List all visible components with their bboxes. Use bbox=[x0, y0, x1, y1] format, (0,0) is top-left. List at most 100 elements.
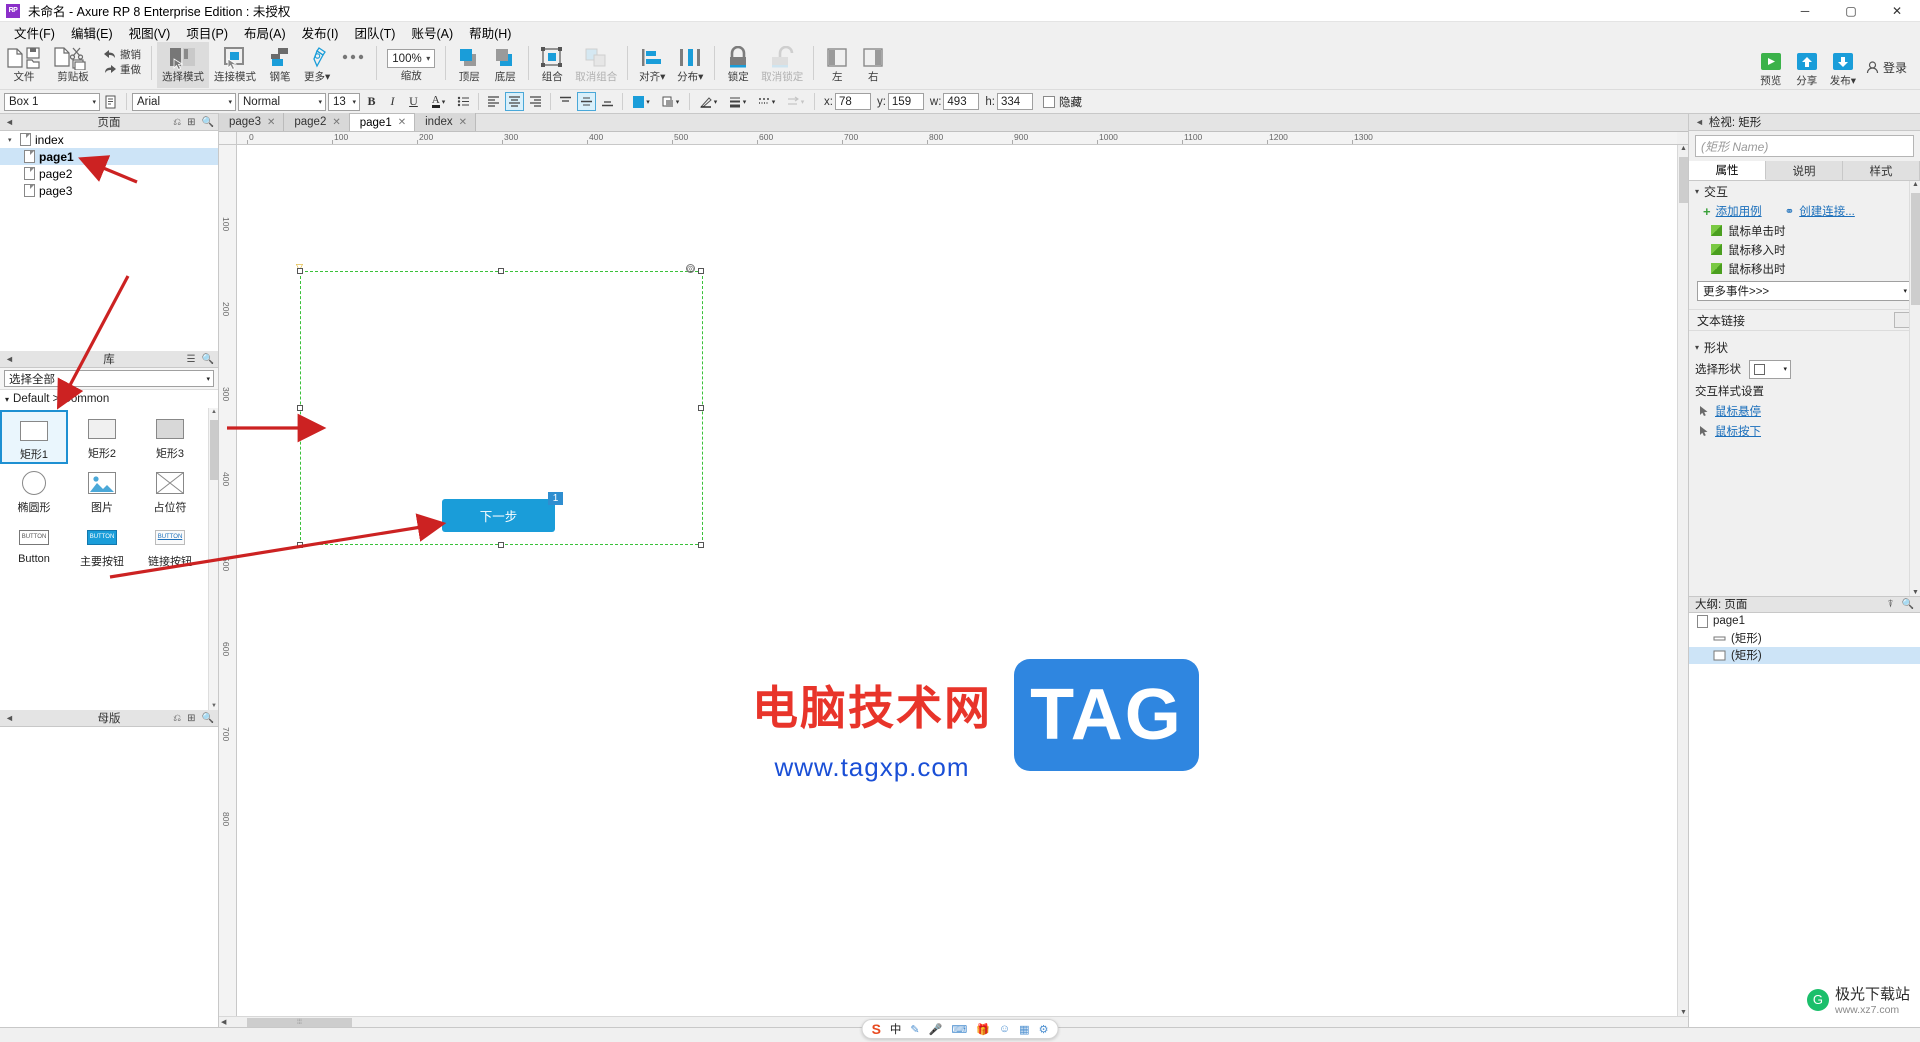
group-button[interactable]: 组合 bbox=[534, 42, 570, 88]
widget-name-select[interactable]: Box 1 ▾ bbox=[4, 92, 100, 111]
send-to-back-button[interactable]: 底层 bbox=[487, 42, 523, 88]
plus-icon[interactable]: + bbox=[1703, 204, 1711, 219]
tab-style[interactable]: 样式 bbox=[1843, 161, 1920, 180]
bullet-list-button[interactable] bbox=[454, 92, 473, 111]
search-icon[interactable]: 🔍 bbox=[202, 354, 214, 365]
valign-bottom-button[interactable] bbox=[598, 92, 617, 111]
align-button[interactable]: 对齐▾ bbox=[633, 42, 671, 88]
italic-button[interactable]: I bbox=[383, 92, 402, 111]
ime-gift-icon[interactable]: 🎁 bbox=[976, 1023, 990, 1036]
page-tree-item-page2[interactable]: page2 bbox=[0, 165, 218, 182]
connect-mode-button[interactable]: 连接模式 bbox=[209, 42, 261, 88]
chevron-down-icon[interactable]: ▾ bbox=[8, 136, 16, 144]
more-dots-button[interactable] bbox=[335, 42, 371, 88]
scroll-up-icon[interactable]: ▲ bbox=[211, 409, 217, 415]
shadow-button[interactable]: ▾ bbox=[657, 92, 684, 111]
menu-file[interactable]: 文件(F) bbox=[6, 21, 63, 44]
page-tree-item-page3[interactable]: page3 bbox=[0, 182, 218, 199]
pin-icon[interactable]: ◄ bbox=[5, 117, 14, 127]
inspector-scrollbar[interactable]: ▲ ▼ bbox=[1909, 181, 1920, 596]
hidden-checkbox-wrap[interactable]: 隐藏 bbox=[1043, 94, 1082, 110]
tab-index[interactable]: index ✕ bbox=[415, 113, 477, 131]
ime-handwrite-icon[interactable]: ✎ bbox=[910, 1023, 919, 1036]
pen-button[interactable]: 钢笔 bbox=[261, 42, 299, 88]
ime-mode-toggle[interactable]: 中 bbox=[890, 1021, 902, 1037]
page-tree-item-index[interactable]: ▾ index bbox=[0, 131, 218, 148]
inspector-scroll-thumb[interactable] bbox=[1911, 193, 1920, 305]
scroll-down-icon[interactable]: ▼ bbox=[211, 703, 217, 709]
menu-publish[interactable]: 发布(I) bbox=[294, 21, 347, 44]
preview-button[interactable]: 预览 bbox=[1753, 46, 1789, 92]
distribute-button[interactable]: 分布▾ bbox=[671, 42, 709, 88]
close-icon[interactable]: ✕ bbox=[267, 117, 275, 128]
underline-button[interactable]: U bbox=[404, 92, 423, 111]
right-button[interactable]: 右 bbox=[855, 42, 891, 88]
h-input[interactable]: 334 bbox=[997, 93, 1033, 110]
mouse-down-link[interactable]: 鼠标按下 bbox=[1715, 423, 1761, 439]
library-item-ellipse[interactable]: 椭圆形 bbox=[0, 464, 68, 518]
library-item-rectangle-2[interactable]: 矩形2 bbox=[68, 410, 136, 464]
font-size-select[interactable]: 13 ▾ bbox=[328, 92, 360, 111]
search-icon[interactable]: 🔍 bbox=[202, 117, 214, 128]
library-item-image[interactable]: 图片 bbox=[68, 464, 136, 518]
line-width-button[interactable]: ▾ bbox=[724, 92, 751, 111]
add-page-icon[interactable]: ⎌ bbox=[173, 117, 181, 128]
canvas-vscrollbar[interactable]: ▲ ▼ bbox=[1677, 145, 1688, 1016]
style-editor-button[interactable] bbox=[102, 92, 121, 111]
w-input[interactable]: 493 bbox=[943, 93, 980, 110]
add-folder-icon[interactable]: ⊞ bbox=[187, 117, 195, 128]
add-master-icon[interactable]: ⎌ bbox=[173, 713, 181, 724]
menu-view[interactable]: 视图(V) bbox=[121, 21, 179, 44]
vertical-ruler[interactable]: 100 200 300 400 500 600 700 800 bbox=[219, 145, 237, 1016]
search-icon[interactable]: 🔍 bbox=[202, 713, 214, 724]
outline-item-rect-1[interactable]: (矩形) bbox=[1689, 630, 1920, 647]
ime-apps-icon[interactable]: ▦ bbox=[1019, 1023, 1029, 1036]
outline-item-page1[interactable]: page1 bbox=[1689, 613, 1920, 630]
tab-properties[interactable]: 属性 bbox=[1689, 161, 1766, 180]
more-events-select[interactable]: 更多事件>>> ▾ bbox=[1697, 281, 1912, 301]
ime-keyboard-icon[interactable]: ⌨ bbox=[951, 1023, 967, 1036]
library-scrollbar-thumb[interactable] bbox=[210, 420, 218, 480]
menu-team[interactable]: 团队(T) bbox=[346, 21, 403, 44]
close-icon[interactable]: ✕ bbox=[459, 117, 467, 128]
canvas-vscroll-thumb[interactable] bbox=[1679, 157, 1688, 203]
library-item-placeholder[interactable]: 占位符 bbox=[136, 464, 204, 518]
footnote-badge[interactable]: 1 bbox=[548, 492, 563, 505]
scroll-down-icon[interactable]: ▼ bbox=[1912, 589, 1919, 596]
align-right-button[interactable] bbox=[526, 92, 545, 111]
text-color-button[interactable]: A ▾ bbox=[425, 92, 452, 111]
font-style-select[interactable]: Normal ▾ bbox=[238, 92, 326, 111]
interaction-section-header[interactable]: ▾ 交互 bbox=[1689, 181, 1920, 201]
shape-section-header[interactable]: ▾ 形状 bbox=[1689, 337, 1920, 357]
close-icon[interactable]: ✕ bbox=[398, 117, 406, 128]
minimize-button[interactable]: ─ bbox=[1782, 0, 1828, 22]
close-icon[interactable]: ✕ bbox=[332, 117, 340, 128]
align-center-button[interactable] bbox=[505, 92, 524, 111]
tab-notes[interactable]: 说明 bbox=[1766, 161, 1843, 180]
tab-page3[interactable]: page3 ✕ bbox=[219, 113, 285, 131]
undo-button[interactable]: 撤销 bbox=[103, 47, 141, 62]
menu-project[interactable]: 项目(P) bbox=[178, 21, 236, 44]
page-tree-item-page1[interactable]: page1 bbox=[0, 148, 218, 165]
file-button[interactable]: 文件 bbox=[0, 42, 48, 88]
pin-icon[interactable]: ◄ bbox=[5, 713, 14, 723]
bold-button[interactable]: B bbox=[362, 92, 381, 111]
x-input[interactable]: 78 bbox=[834, 93, 871, 110]
tab-page2[interactable]: page2 ✕ bbox=[284, 113, 350, 131]
fill-color-button[interactable]: ▾ bbox=[628, 92, 655, 111]
left-button[interactable]: 左 bbox=[819, 42, 855, 88]
hidden-checkbox[interactable] bbox=[1043, 95, 1055, 108]
library-item-button[interactable]: BUTTON Button bbox=[0, 518, 68, 572]
bring-to-front-button[interactable]: 顶层 bbox=[451, 42, 487, 88]
scroll-up-icon[interactable]: ▲ bbox=[1680, 145, 1687, 152]
line-color-button[interactable]: ▾ bbox=[695, 92, 722, 111]
resize-handle-se[interactable] bbox=[698, 542, 704, 548]
resize-handle-w[interactable] bbox=[297, 405, 303, 411]
maximize-button[interactable]: ▢ bbox=[1828, 0, 1874, 22]
library-item-rectangle-1[interactable]: 矩形1 bbox=[0, 410, 68, 464]
library-scrollbar[interactable]: ▲ ▼ bbox=[208, 408, 218, 710]
ime-emoji-icon[interactable]: ☺ bbox=[999, 1023, 1010, 1035]
search-icon[interactable]: 🔍 bbox=[1902, 599, 1914, 610]
add-folder-icon[interactable]: ⊞ bbox=[187, 713, 195, 724]
resize-handle-sw[interactable] bbox=[297, 542, 303, 548]
